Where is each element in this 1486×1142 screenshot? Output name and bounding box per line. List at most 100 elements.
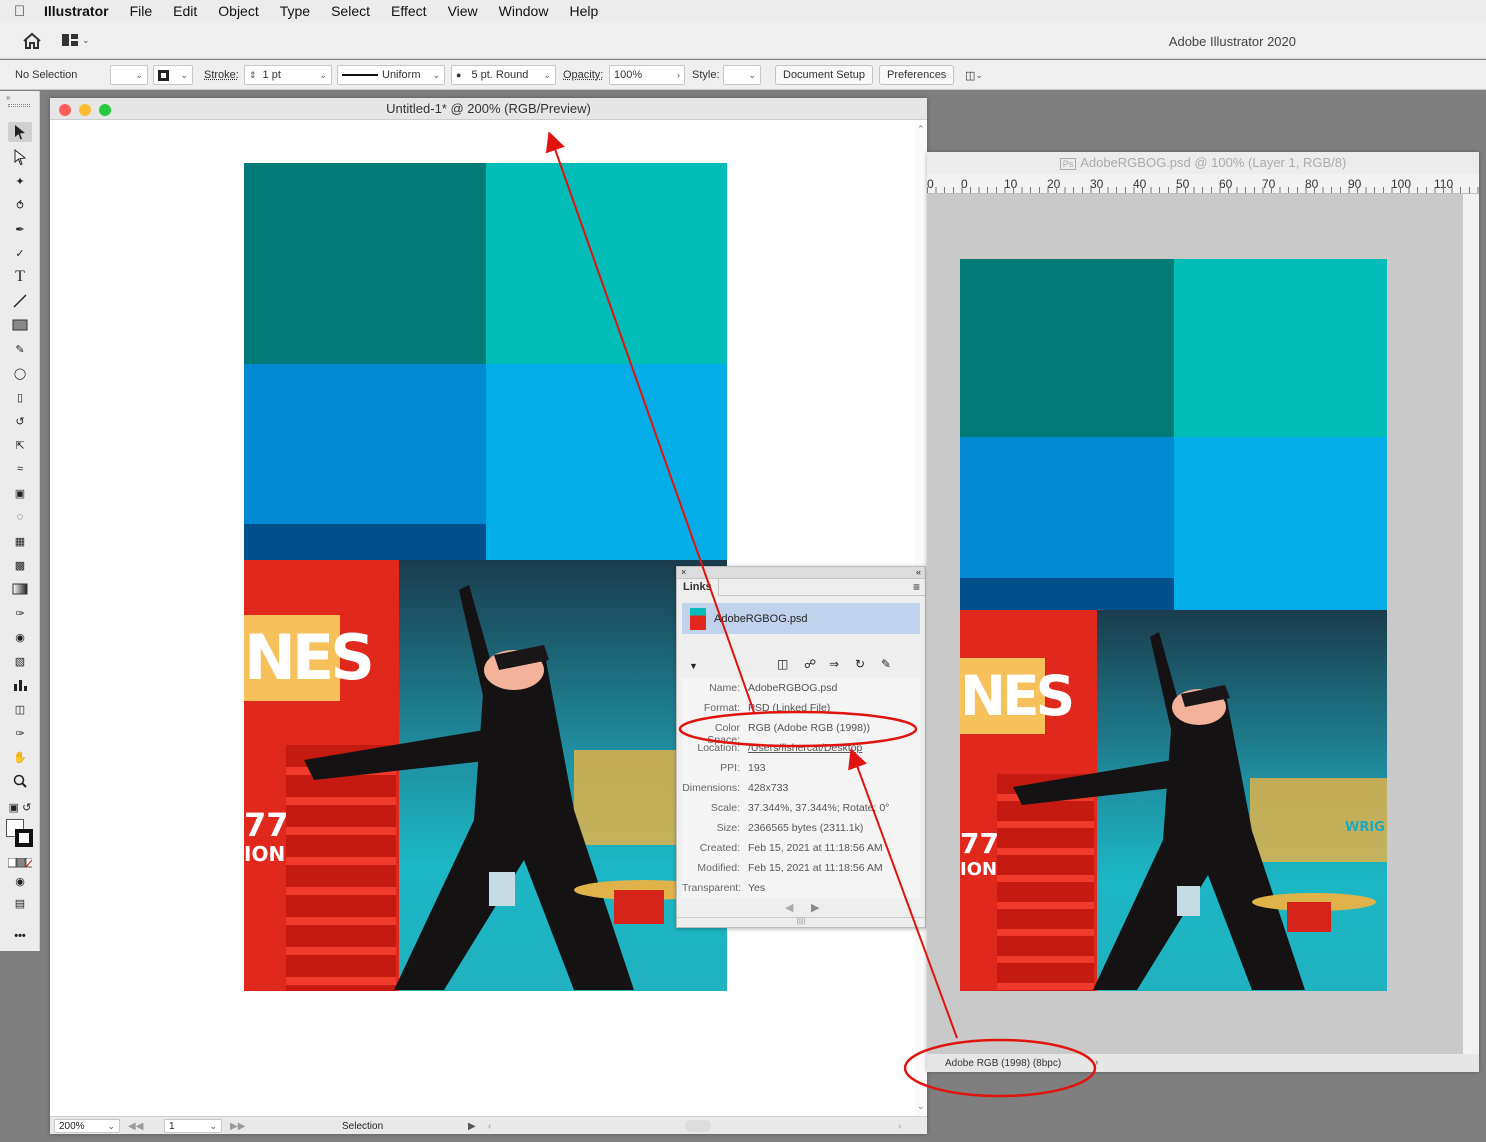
- selection-tool-icon[interactable]: [8, 122, 32, 142]
- document-setup-button[interactable]: Document Setup: [775, 65, 873, 85]
- fill-swatch[interactable]: ⌄: [110, 65, 148, 85]
- line-tool-icon[interactable]: [8, 291, 32, 311]
- close-window-button[interactable]: [59, 104, 71, 116]
- next-link-icon[interactable]: ▶: [811, 901, 819, 914]
- opacity-field[interactable]: 100% ›: [609, 65, 685, 85]
- menu-window[interactable]: Window: [499, 3, 549, 19]
- arrange-documents-icon[interactable]: ◫ ⌄: [965, 65, 983, 85]
- direct-selection-tool-icon[interactable]: [8, 147, 32, 167]
- slice-tool-icon[interactable]: ✑: [8, 723, 32, 743]
- variable-width-profile[interactable]: Uniform ⌄: [337, 65, 445, 85]
- free-transform-tool-icon[interactable]: ▣: [8, 483, 32, 503]
- go-to-link-icon[interactable]: ⇒: [829, 657, 839, 671]
- type-tool-icon[interactable]: T: [8, 267, 32, 287]
- rectangle-tool-icon[interactable]: [8, 315, 32, 335]
- ps-canvas[interactable]: NES 77 ION WRIG: [960, 259, 1387, 991]
- menu-effect[interactable]: Effect: [391, 3, 427, 19]
- stroke-weight-field[interactable]: ⇕ 1 pt ⌄: [244, 65, 332, 85]
- selection-status: No Selection: [15, 69, 78, 81]
- stepper-icon[interactable]: ⇕: [249, 70, 257, 81]
- paintbrush-tool-icon[interactable]: ✎: [8, 339, 32, 359]
- zoom-window-button[interactable]: [99, 104, 111, 116]
- horizontal-scroll-thumb[interactable]: [685, 1120, 711, 1132]
- home-icon[interactable]: [22, 32, 42, 50]
- lasso-tool-icon[interactable]: ⥀: [8, 195, 32, 215]
- scroll-left-icon[interactable]: ‹: [488, 1119, 491, 1133]
- scroll-down-icon[interactable]: ⌄: [917, 1101, 925, 1112]
- graphic-style-picker[interactable]: ⌄: [723, 65, 761, 85]
- eyedropper-tool-icon[interactable]: ✑: [8, 603, 32, 623]
- shape-builder-tool-icon[interactable]: ◌: [8, 507, 32, 527]
- menu-select[interactable]: Select: [331, 3, 370, 19]
- first-artboard-icon[interactable]: ◀◀: [128, 1119, 143, 1133]
- column-graph-tool-icon[interactable]: [8, 675, 32, 695]
- relink-from-cc-icon[interactable]: ◫: [777, 657, 788, 671]
- minimize-window-button[interactable]: [79, 104, 91, 116]
- color-mode-icon[interactable]: [8, 853, 32, 873]
- workspace-switcher[interactable]: ⌄: [62, 33, 96, 47]
- shaper-tool-icon[interactable]: ◯: [8, 363, 32, 383]
- tools-panel: » ✦ ⥀ ✒ ✓ T ✎ ◯ ▯ ↺ ⇱ ≈ ▣ ◌ ▦ ▩ ✑ ◉ ▧ ◫ …: [0, 91, 40, 951]
- panel-resize-grip[interactable]: |||||: [677, 917, 925, 927]
- symbol-sprayer-tool-icon[interactable]: ▧: [8, 651, 32, 671]
- scroll-right-icon[interactable]: ›: [898, 1119, 901, 1133]
- status-menu-arrow-icon[interactable]: ›: [1095, 1057, 1098, 1068]
- apple-icon[interactable]: : [14, 3, 44, 20]
- ps-document-title: AdobeRGBOG.psd @ 100% (Layer 1, RGB/8): [1080, 155, 1347, 170]
- menu-app[interactable]: Illustrator: [44, 3, 109, 19]
- hand-tool-icon[interactable]: ✋: [8, 747, 32, 767]
- scale-tool-icon[interactable]: ⇱: [8, 435, 32, 455]
- blend-tool-icon[interactable]: ◉: [8, 627, 32, 647]
- vertical-ruler[interactable]: [1463, 194, 1479, 1054]
- artboard-tool-icon[interactable]: ◫: [8, 699, 32, 719]
- zoom-tool-icon[interactable]: [8, 771, 32, 791]
- tab-links[interactable]: Links: [677, 579, 719, 596]
- default-fill-stroke-icon[interactable]: ▣ ↺: [8, 797, 32, 817]
- gradient-tool-icon[interactable]: [8, 579, 32, 599]
- menu-view[interactable]: View: [448, 3, 478, 19]
- edit-toolbar-icon[interactable]: •••: [8, 926, 32, 946]
- update-link-icon[interactable]: ↻: [855, 657, 865, 671]
- scroll-up-icon[interactable]: ⌃: [917, 124, 925, 135]
- previous-link-icon[interactable]: ◀: [785, 901, 793, 914]
- next-artboard-icon[interactable]: ▶▶: [230, 1119, 245, 1133]
- opacity-label[interactable]: Opacity:: [563, 65, 603, 85]
- magic-wand-tool-icon[interactable]: ✦: [8, 171, 32, 191]
- collapse-panel-icon[interactable]: »: [6, 93, 10, 102]
- artboard-artwork[interactable]: NES 77 ION: [244, 163, 727, 991]
- stroke-label[interactable]: Stroke:: [204, 65, 239, 85]
- link-list-item[interactable]: AdobeRGBOG.psd: [682, 603, 920, 634]
- collapse-panel-icon[interactable]: «: [916, 567, 921, 577]
- curvature-tool-icon[interactable]: ✓: [8, 243, 32, 263]
- panel-menu-icon[interactable]: ≡: [913, 580, 920, 594]
- draw-mode-icon[interactable]: ◉: [8, 871, 32, 891]
- status-menu-icon[interactable]: ▶: [468, 1119, 476, 1133]
- screen-mode-icon[interactable]: ▤: [8, 893, 32, 913]
- mesh-tool-icon[interactable]: ▩: [8, 555, 32, 575]
- edit-original-icon[interactable]: ✎: [881, 657, 891, 671]
- menu-help[interactable]: Help: [569, 3, 598, 19]
- toolbar-grip[interactable]: [8, 104, 30, 107]
- placed-poster-image[interactable]: NES 77 ION: [244, 560, 727, 991]
- chevron-down-icon: ⌄: [82, 34, 90, 45]
- menu-object[interactable]: Object: [218, 3, 258, 19]
- rotate-tool-icon[interactable]: ↺: [8, 411, 32, 431]
- relink-icon[interactable]: ☍: [804, 657, 816, 671]
- fill-stroke-swatch[interactable]: [6, 819, 36, 849]
- pen-tool-icon[interactable]: ✒: [8, 219, 32, 239]
- menu-type[interactable]: Type: [280, 3, 310, 19]
- show-link-info-icon[interactable]: ▼: [689, 661, 698, 671]
- stroke-swatch[interactable]: ⌄: [153, 65, 193, 85]
- zoom-level-field[interactable]: 200% ⌄: [54, 1119, 120, 1133]
- eraser-tool-icon[interactable]: ▯: [8, 387, 32, 407]
- width-tool-icon[interactable]: ≈: [8, 459, 32, 479]
- menu-file[interactable]: File: [130, 3, 153, 19]
- panel-header[interactable]: × «: [677, 567, 925, 579]
- brush-definition[interactable]: ● 5 pt. Round ⌄: [451, 65, 556, 85]
- close-panel-icon[interactable]: ×: [681, 567, 686, 577]
- preferences-button[interactable]: Preferences: [879, 65, 955, 85]
- perspective-grid-tool-icon[interactable]: ▦: [8, 531, 32, 551]
- menu-edit[interactable]: Edit: [173, 3, 197, 19]
- artboard-number-field[interactable]: 1 ⌄: [164, 1119, 222, 1133]
- horizontal-ruler[interactable]: 0 0 10 20 30 40 50 60 70 80 90 100 110: [927, 174, 1479, 194]
